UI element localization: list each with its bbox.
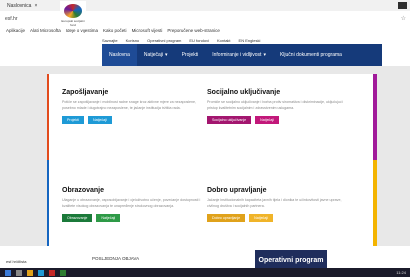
logo-text: Europski socijalni fond: [61, 18, 85, 27]
nav-item-calls[interactable]: Natječaji ▾: [137, 44, 175, 66]
calls-button[interactable]: Natječaji: [255, 116, 279, 125]
status-url: esf.hr/#lista: [6, 259, 27, 264]
language-link[interactable]: EN Engleski: [239, 38, 261, 43]
calls-button[interactable]: Natječaji: [87, 116, 112, 125]
folder-icon[interactable]: [27, 269, 33, 276]
top-links: Saznajte Korisno Operativni program EU f…: [102, 36, 382, 44]
top-link[interactable]: EU fondovi: [189, 38, 209, 43]
accent-stripe: [47, 74, 49, 160]
browser-icon[interactable]: [38, 269, 44, 276]
browser-window: Naslovnica × esf.hr ☆ Aplikacije Alati M…: [0, 0, 410, 277]
nav-label: Ključni dokumenti programa: [279, 52, 342, 58]
bookmark-item[interactable]: Preporučene web-stranice: [167, 27, 220, 35]
card-title: Obrazovanje: [62, 187, 105, 194]
projects-button[interactable]: Socijalno uključivanje: [207, 116, 252, 125]
operational-programme-banner[interactable]: Operativni program: [255, 250, 327, 270]
nav-item-projects[interactable]: Projekti: [175, 44, 206, 66]
window-controls[interactable]: [398, 2, 407, 9]
projects-button[interactable]: Dobro upravljanje: [207, 214, 246, 223]
top-link[interactable]: Saznajte: [102, 38, 118, 43]
close-icon[interactable]: ×: [34, 2, 37, 10]
top-link[interactable]: Korisno: [126, 38, 140, 43]
chevron-down-icon: ▾: [263, 52, 266, 58]
chevron-down-icon: ▾: [165, 52, 168, 58]
card-body: Ulaganje u obrazovanje, osposobljavanje …: [62, 198, 201, 208]
url-text[interactable]: esf.hr: [5, 15, 18, 23]
card-body: Potiče se zapošljavanje i mobilnost radn…: [62, 100, 197, 110]
bookmark-item[interactable]: Kako početi: [103, 27, 127, 35]
nav-label: Naslovna: [109, 52, 130, 58]
bookmark-item[interactable]: Aplikacije: [6, 27, 25, 35]
bottom-section: [0, 246, 410, 268]
card-title: Zapošljavanje: [62, 89, 109, 96]
bookmark-item[interactable]: Alati Microsofta: [30, 27, 61, 35]
search-icon[interactable]: [16, 269, 22, 276]
section-label: POSLJEDNJA OBJAVA: [92, 256, 140, 261]
logo-icon: [64, 3, 82, 18]
clock: 11:24: [396, 270, 406, 275]
card-title: Dobro upravljanje: [207, 187, 267, 194]
tab-title: Naslovnica: [7, 3, 32, 9]
card-body: Jačanje institucionalnih kapaciteta javn…: [207, 198, 342, 208]
nav-item-documents[interactable]: Ključni dokumenti programa: [273, 44, 349, 66]
card-body: Promiče se socijalno uključivanje i borb…: [207, 100, 343, 110]
projects-button[interactable]: Projekti: [62, 116, 84, 125]
nav-label: Natječaji: [143, 52, 164, 58]
top-link[interactable]: Kontakt: [217, 38, 231, 43]
accent-stripe: [373, 74, 377, 160]
main-nav: Naslovna Natječaji ▾ Projekti Informiranj…: [102, 44, 382, 66]
card-good-governance: Dobro upravljanje Jačanje institucionaln…: [207, 186, 347, 223]
accent-stripe: [373, 160, 377, 246]
top-link[interactable]: Operativni program: [147, 38, 181, 43]
calls-button[interactable]: Natječaji: [96, 214, 121, 223]
card-education: Obrazovanje Ulaganje u obrazovanje, ospo…: [62, 186, 202, 223]
projects-button[interactable]: Obrazovanje: [62, 214, 93, 223]
bookmark-item[interactable]: Microsoft vijesti: [132, 27, 163, 35]
nav-label: Projekti: [181, 52, 199, 58]
start-icon[interactable]: [5, 269, 11, 276]
app-icon[interactable]: [60, 269, 66, 276]
app-icon[interactable]: [49, 269, 55, 276]
star-icon[interactable]: ☆: [401, 15, 406, 23]
nav-item-home[interactable]: Naslovna: [102, 44, 137, 66]
accent-stripe: [47, 160, 49, 246]
nav-item-info[interactable]: Informiranje i vidljivost ▾: [205, 44, 273, 66]
site-logo[interactable]: Europski socijalni fond: [60, 1, 86, 29]
card-social-inclusion: Socijalno uključivanje Promiče se socija…: [207, 88, 347, 125]
taskbar: [0, 268, 410, 277]
browser-tab[interactable]: Naslovnica ×: [4, 2, 40, 10]
card-title: Socijalno uključivanje: [207, 89, 281, 96]
nav-label: Informiranje i vidljivost: [212, 52, 262, 58]
calls-button[interactable]: Natječaji: [249, 214, 273, 223]
card-employment: Zapošljavanje Potiče se zapošljavanje i …: [62, 88, 202, 125]
